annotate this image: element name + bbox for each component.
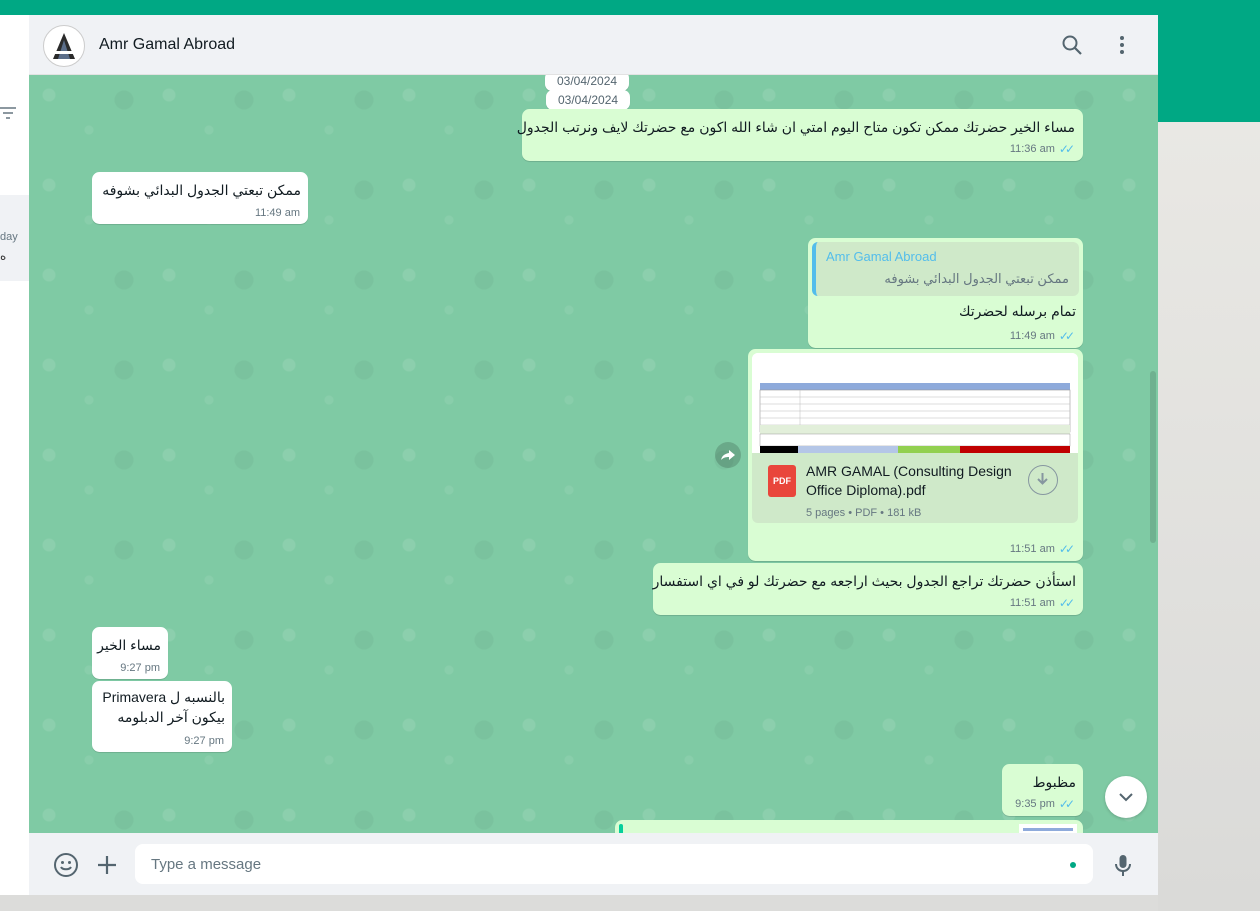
- message-bubble-outgoing[interactable]: Amr Gamal Abroad ممكن تبعتي الجدول البدا…: [808, 238, 1083, 348]
- download-button[interactable]: [1028, 465, 1058, 495]
- message-time: 9:35 pm: [1015, 798, 1055, 810]
- message-text: مظبوط: [1032, 774, 1076, 790]
- attach-plus-icon[interactable]: [94, 852, 120, 878]
- message-composer: [29, 833, 1158, 895]
- sticky-date-chip: 03/04/2024: [545, 75, 630, 91]
- read-receipt-icon: ✓✓: [1058, 542, 1075, 556]
- message-bubble-document[interactable]: PDF AMR GAMAL (Consulting Design Office …: [748, 349, 1083, 561]
- message-time: 11:49 am: [254, 207, 300, 219]
- avatar[interactable]: [43, 25, 85, 67]
- message-text-line: بيكون آخر الدبلومه: [117, 709, 225, 725]
- message-input[interactable]: [135, 844, 1093, 884]
- logo-icon: [53, 33, 75, 59]
- message-text: مساء الخير: [97, 637, 161, 653]
- chat-list-item-text: day: [0, 231, 18, 243]
- scroll-down-button[interactable]: [1105, 776, 1147, 818]
- chat-list-panel: day ه: [0, 15, 30, 895]
- message-text: تمام برسله لحضرتك: [958, 303, 1076, 319]
- chat-list-item-text: ه: [0, 249, 7, 263]
- background-panel: [1158, 122, 1260, 911]
- quoted-text: ممكن تبعتي الجدول البدائي بشوفه: [884, 271, 1069, 286]
- conversation-panel: Amr Gamal Abroad 03/04/2024 03/04/2024 م…: [29, 15, 1158, 895]
- contact-name[interactable]: Amr Gamal Abroad: [99, 36, 235, 54]
- microphone-icon[interactable]: [1110, 852, 1136, 878]
- message-bubble-incoming[interactable]: مساء الخير 9:27 pm: [92, 627, 168, 679]
- message-bubble-incoming[interactable]: بالنسبه ل Primavera بيكون آخر الدبلومه 9…: [92, 681, 232, 752]
- document-info[interactable]: PDF AMR GAMAL (Consulting Design Office …: [752, 453, 1078, 523]
- pdf-file-icon: PDF: [768, 465, 796, 497]
- message-time: 11:49 am: [1009, 330, 1055, 342]
- download-icon: [1037, 473, 1048, 485]
- message-bubble-outgoing[interactable]: مظبوط 9:35 pm ✓✓: [1002, 764, 1083, 816]
- message-time: 9:27 pm: [120, 662, 160, 674]
- emoji-icon[interactable]: [53, 852, 79, 878]
- read-receipt-icon: ✓✓: [1058, 596, 1075, 610]
- filter-icon[interactable]: [0, 107, 16, 122]
- message-bubble-incoming[interactable]: ممكن تبعتي الجدول البدائي بشوفه 11:49 am: [92, 172, 308, 224]
- read-receipt-icon: ✓✓: [1058, 142, 1075, 156]
- message-bubble-outgoing[interactable]: مساء الخير حضرتك ممكن تكون متاح اليوم ام…: [517, 109, 1083, 161]
- document-file-name: AMR GAMAL (Consulting Design Office Dipl…: [806, 463, 1012, 498]
- message-list[interactable]: 03/04/2024 03/04/2024 مساء الخير حضرتك م…: [29, 75, 1158, 833]
- document-preview[interactable]: [752, 353, 1078, 453]
- message-text: استأذن حضرتك تراجع الجدول بحيث اراجعه مع…: [652, 573, 1076, 589]
- message-text: مساء الخير حضرتك ممكن تكون متاح اليوم ام…: [516, 119, 1075, 135]
- message-text: ممكن تبعتي الجدول البدائي بشوفه: [102, 182, 301, 198]
- message-time: 11:36 am: [1009, 143, 1055, 155]
- message-bubble-outgoing[interactable]: [615, 820, 1083, 833]
- forward-button[interactable]: [715, 442, 741, 468]
- document-preview[interactable]: [1019, 824, 1077, 833]
- status-dot: [1070, 862, 1076, 868]
- conversation-header[interactable]: Amr Gamal Abroad: [29, 15, 1158, 75]
- menu-icon[interactable]: [1110, 33, 1134, 57]
- document-thumbnail: [752, 353, 1078, 453]
- message-time: 11:51 am: [1009, 543, 1055, 555]
- message-text-line: بالنسبه ل Primavera: [102, 689, 225, 705]
- quoted-sender: Amr Gamal Abroad: [826, 249, 937, 264]
- search-icon[interactable]: [1060, 33, 1084, 57]
- message-time: 11:51 am: [1009, 597, 1055, 609]
- read-receipt-icon: ✓✓: [1058, 797, 1075, 811]
- chevron-down-icon: [1119, 793, 1133, 802]
- read-receipt-icon: ✓✓: [1058, 329, 1075, 343]
- scrollbar-thumb[interactable]: [1150, 371, 1156, 543]
- message-time: 9:27 pm: [184, 735, 224, 747]
- document-thumbnail: [1023, 828, 1073, 831]
- quoted-message[interactable]: Amr Gamal Abroad ممكن تبعتي الجدول البدا…: [812, 242, 1079, 296]
- message-bubble-outgoing[interactable]: استأذن حضرتك تراجع الجدول بحيث اراجعه مع…: [653, 563, 1083, 615]
- quote-bar: [619, 824, 623, 833]
- forward-icon: [721, 450, 735, 460]
- date-chip: 03/04/2024: [546, 90, 631, 110]
- document-details: 5 pages • PDF • 181 kB: [806, 507, 922, 519]
